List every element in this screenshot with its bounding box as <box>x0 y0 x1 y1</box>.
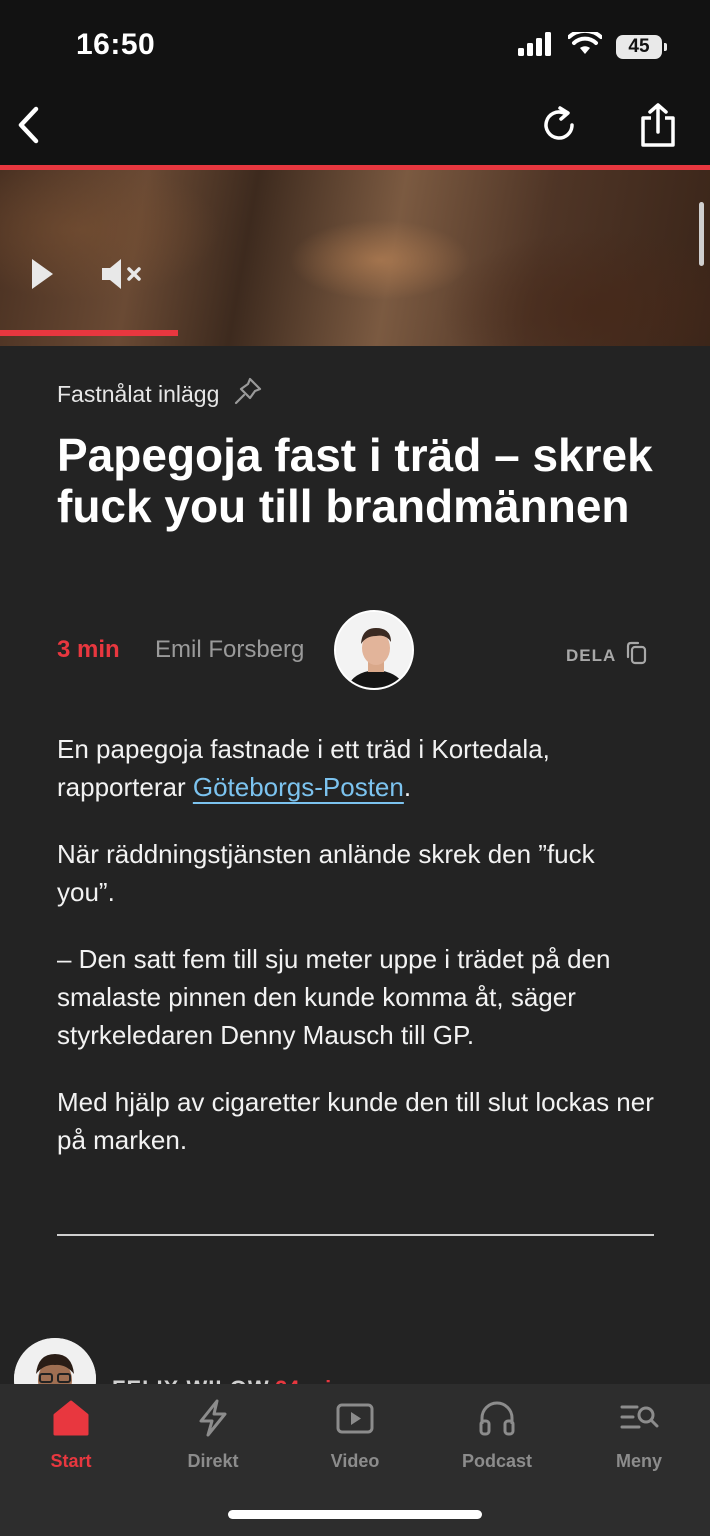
top-nav-bar <box>0 90 710 165</box>
video-progress-bar[interactable] <box>0 330 178 336</box>
share-label: DELA <box>566 645 617 665</box>
home-indicator[interactable] <box>228 1510 482 1519</box>
video-icon <box>335 1398 375 1443</box>
article-body: En papegoja fastnade i ett träd i Korted… <box>57 730 657 1188</box>
article-divider <box>57 1234 654 1236</box>
tab-label: Start <box>50 1451 92 1471</box>
copy-icon <box>624 640 648 671</box>
chevron-left-icon <box>16 106 42 149</box>
wifi-icon <box>567 28 603 61</box>
mute-button[interactable] <box>98 256 146 296</box>
next-post-card[interactable]: FELIX WILOW 24 min <box>0 1338 710 1384</box>
copy-share-button[interactable]: DELA <box>566 640 648 671</box>
article-headline: Papegoja fast i träd – skrek fuck you ti… <box>57 429 653 532</box>
home-icon <box>51 1398 91 1443</box>
share-button[interactable] <box>633 102 683 152</box>
paragraph-1-end: . <box>403 772 412 802</box>
lightning-icon <box>193 1398 233 1443</box>
menu-search-icon <box>619 1398 659 1443</box>
pinned-text: Fastnålat inlägg <box>57 380 220 407</box>
next-author-avatar <box>14 1338 96 1384</box>
tab-direkt[interactable]: Direkt <box>153 1398 273 1472</box>
muted-speaker-icon <box>99 256 145 297</box>
tab-video[interactable]: Video <box>295 1398 415 1472</box>
reload-button[interactable] <box>535 102 585 152</box>
author-avatar[interactable] <box>334 610 414 690</box>
paragraph-1: En papegoja fastnade i ett träd i Korted… <box>57 730 657 806</box>
paragraph-3: – Den satt fem till sju meter uppe i trä… <box>57 944 611 1050</box>
back-button[interactable] <box>4 102 54 152</box>
tab-podcast[interactable]: Podcast <box>437 1398 557 1472</box>
next-author-name: FELIX WILOW <box>112 1376 270 1384</box>
status-time: 16:50 <box>76 28 156 61</box>
source-link[interactable]: Göteborgs-Posten <box>193 772 404 802</box>
tab-label: Direkt <box>187 1451 239 1471</box>
tab-label: Podcast <box>461 1451 533 1471</box>
author-name[interactable]: Emil Forsberg <box>155 636 304 664</box>
battery-icon: 45 <box>616 34 667 59</box>
headphones-icon <box>477 1398 517 1443</box>
read-time: 3 min <box>57 636 120 663</box>
play-icon <box>29 257 55 296</box>
battery-level: 45 <box>628 35 650 57</box>
next-post-time: 24 min <box>275 1376 345 1384</box>
share-icon <box>638 102 678 153</box>
battery-nub <box>664 42 667 51</box>
paragraph-4: Med hjälp av cigaretter kunde den till s… <box>57 1087 654 1155</box>
tab-start[interactable]: Start <box>11 1398 131 1472</box>
pin-icon <box>233 376 263 412</box>
tab-meny[interactable]: Meny <box>579 1398 699 1472</box>
play-button[interactable] <box>24 256 60 296</box>
scroll-indicator <box>699 202 704 266</box>
reload-icon <box>540 105 580 150</box>
signal-icon <box>518 32 554 61</box>
tab-label: Meny <box>615 1451 662 1471</box>
status-icons: 45 <box>518 28 667 61</box>
video-player[interactable] <box>0 170 710 346</box>
status-bar: 16:50 45 <box>0 0 710 90</box>
paragraph-2: När räddningstjänsten anlände skrek den … <box>57 839 595 907</box>
article-meta: 3 min Emil Forsberg DELA <box>0 608 710 692</box>
tab-label: Video <box>330 1451 380 1471</box>
pinned-label: Fastnålat inlägg <box>57 376 263 412</box>
